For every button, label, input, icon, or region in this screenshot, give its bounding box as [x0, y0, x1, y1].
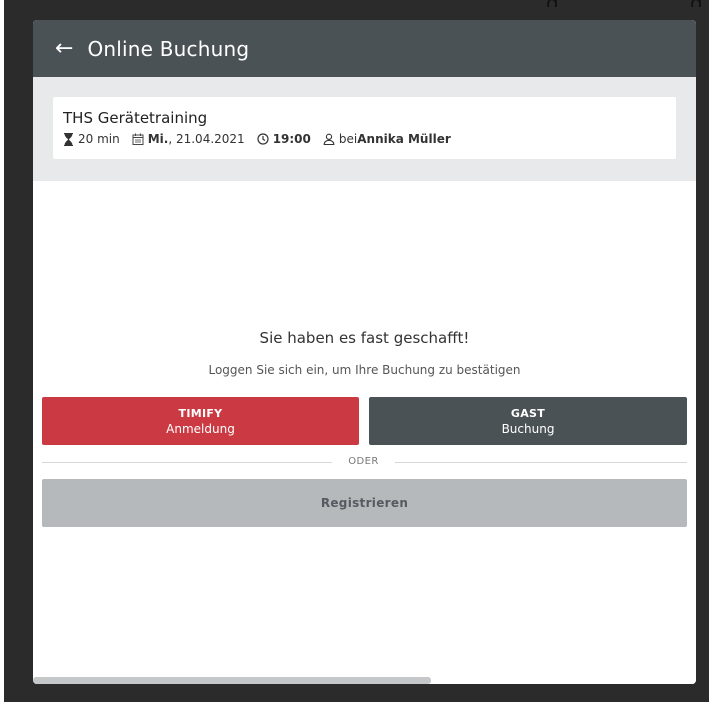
timify-login-button[interactable]: TIMIFY Anmeldung — [42, 397, 359, 445]
booking-summary-band: THS Gerätetraining 20 min Mi. , 21.04.20… — [33, 77, 696, 181]
register-button[interactable]: Registrieren — [42, 479, 687, 527]
service-name: THS Gerätetraining — [63, 109, 208, 127]
guest-button-subtitle: Buchung — [501, 421, 555, 436]
duration-item: 20 min — [63, 132, 120, 146]
date-value: , 21.04.2021 — [168, 132, 245, 146]
divider-label: ODER — [348, 456, 379, 467]
divider-line-right — [395, 462, 687, 463]
guest-booking-button[interactable]: GAST Buchung — [369, 397, 687, 445]
timify-button-subtitle: Anmeldung — [166, 421, 235, 436]
guest-button-title: GAST — [510, 406, 546, 420]
staff-prefix: bei — [338, 132, 358, 146]
booking-meta-row: 20 min Mi., 21.04.2021 19:00 bei Annika … — [63, 132, 676, 146]
booking-summary-card: THS Gerätetraining 20 min Mi. , 21.04.20… — [53, 97, 676, 159]
duration-text: 20 min — [78, 132, 120, 146]
booking-window: ← Online Buchung THS Gerätetraining 20 m… — [33, 20, 696, 684]
horizontal-scrollbar[interactable] — [33, 677, 431, 684]
login-headline: Sie haben es fast geschafft! — [259, 329, 470, 347]
hourglass-icon — [64, 132, 73, 146]
time-text: 19:00 — [272, 132, 311, 146]
clock-icon — [257, 133, 269, 145]
user-icon — [323, 133, 335, 145]
app-header: ← Online Buchung — [33, 20, 696, 77]
time-item: 19:00 — [257, 132, 311, 146]
arrow-left-icon[interactable]: ← — [55, 37, 73, 60]
page-title: Online Buchung — [87, 36, 250, 61]
staff-item: bei Annika Müller — [323, 132, 451, 146]
screen: g g ← Online Buchung THS Gerätetraining … — [0, 0, 709, 702]
date-day: Mi. — [147, 132, 169, 146]
date-item: Mi., 21.04.2021 — [132, 132, 245, 146]
timify-button-title: TIMIFY — [178, 406, 223, 420]
calendar-icon — [132, 133, 144, 145]
staff-name: Annika Müller — [357, 132, 451, 146]
cut-off-text: g g — [300, 0, 709, 7]
login-section: Sie haben es fast geschafft! Loggen Sie … — [33, 181, 696, 684]
register-button-label: Registrieren — [320, 496, 409, 510]
divider-line-left — [42, 462, 332, 463]
login-subline: Loggen Sie sich ein, um Ihre Buchung zu … — [208, 363, 521, 377]
